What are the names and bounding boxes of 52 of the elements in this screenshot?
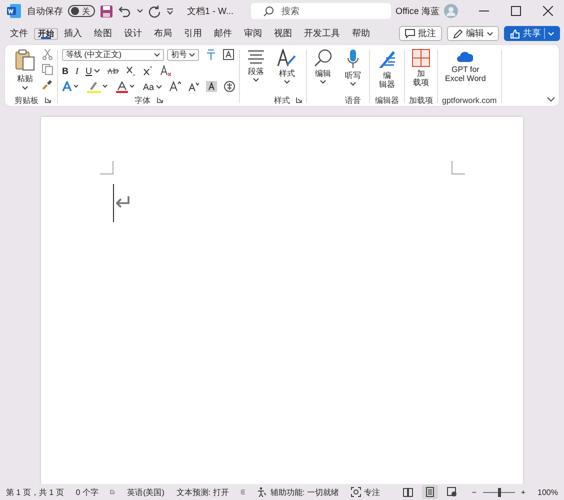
editor-button[interactable]: 编 辑器 bbox=[374, 47, 400, 92]
group-label: 编辑器 bbox=[375, 94, 400, 106]
zoom-out-button[interactable]: − bbox=[472, 488, 477, 496]
zoom-level[interactable]: 100% bbox=[538, 488, 558, 496]
menu-tab[interactable]: 设计 bbox=[118, 24, 148, 43]
paragraph-button[interactable]: 段落 bbox=[244, 47, 268, 84]
gpt-button[interactable]: GPT for Excel Word bbox=[442, 47, 489, 86]
page-count[interactable]: 第 1 页，共 1 页 bbox=[6, 486, 64, 498]
search-field[interactable]: 搜索 bbox=[250, 3, 391, 19]
zoom-in-button[interactable]: + bbox=[520, 488, 526, 496]
menu-tab[interactable]: 文件 bbox=[4, 24, 34, 43]
autosave-label: 自动保存 bbox=[27, 4, 63, 18]
menu-tab[interactable]: 审阅 bbox=[238, 24, 268, 43]
document-page[interactable]: ↵ bbox=[41, 117, 523, 484]
autosave-toggle[interactable]: 关 bbox=[68, 5, 95, 17]
focus-mode[interactable]: 专注 bbox=[364, 486, 380, 498]
group-label: 加载项 bbox=[409, 94, 434, 106]
menu-tab[interactable]: 布局 bbox=[148, 24, 178, 43]
menu-tab[interactable]: 帮助 bbox=[346, 24, 376, 43]
paste-button[interactable]: 粘贴 bbox=[12, 47, 38, 92]
menu-tab[interactable]: 视图 bbox=[268, 24, 298, 43]
user-name[interactable]: Office 海蓝 bbox=[396, 4, 440, 18]
italic-button[interactable]: I bbox=[76, 66, 78, 76]
underline-button[interactable]: U bbox=[86, 66, 92, 76]
editing-mode-button[interactable]: 编辑 bbox=[447, 26, 499, 41]
group-label: 剪贴板 bbox=[14, 94, 38, 106]
language[interactable]: 英语(美国) bbox=[127, 486, 164, 498]
font-size-dropdown[interactable]: 初号 bbox=[167, 48, 199, 60]
font-name-dropdown[interactable]: 等线 (中文正文) bbox=[62, 48, 164, 60]
menu-tab[interactable]: 绘图 bbox=[88, 24, 118, 43]
text-prediction-status[interactable]: 文本预测: 打开 bbox=[176, 486, 229, 498]
document-title: 文档1 - W... bbox=[187, 4, 234, 18]
editing-button[interactable]: 编辑 bbox=[311, 47, 336, 86]
dictate-button[interactable]: 听写 bbox=[341, 47, 366, 88]
comments-button[interactable]: 批注 bbox=[399, 26, 442, 41]
group-label: 样式 bbox=[274, 94, 290, 106]
menu-tab[interactable]: 开始 bbox=[34, 28, 58, 40]
word-count[interactable]: 0 个字 bbox=[76, 486, 98, 498]
bold-button[interactable]: B bbox=[62, 66, 68, 76]
styles-button[interactable]: 样式 bbox=[274, 47, 300, 86]
group-label: 字体 bbox=[134, 94, 150, 106]
group-label: gptforwork.com bbox=[442, 96, 497, 104]
menu-tab[interactable]: 邮件 bbox=[208, 24, 238, 43]
menu-tab[interactable]: 开发工具 bbox=[298, 24, 346, 43]
group-label: 语音 bbox=[345, 94, 362, 106]
change-case-button[interactable]: Aa bbox=[143, 82, 162, 92]
addins-button[interactable]: 加 载项 bbox=[409, 47, 434, 90]
accessibility-status[interactable]: 辅助功能: 一切就绪 bbox=[270, 486, 339, 498]
menu-tab[interactable]: 插入 bbox=[58, 24, 88, 43]
menu-tab[interactable]: 引用 bbox=[178, 24, 208, 43]
share-button[interactable]: 共享 bbox=[504, 26, 560, 41]
paragraph-mark: ↵ bbox=[115, 190, 134, 216]
